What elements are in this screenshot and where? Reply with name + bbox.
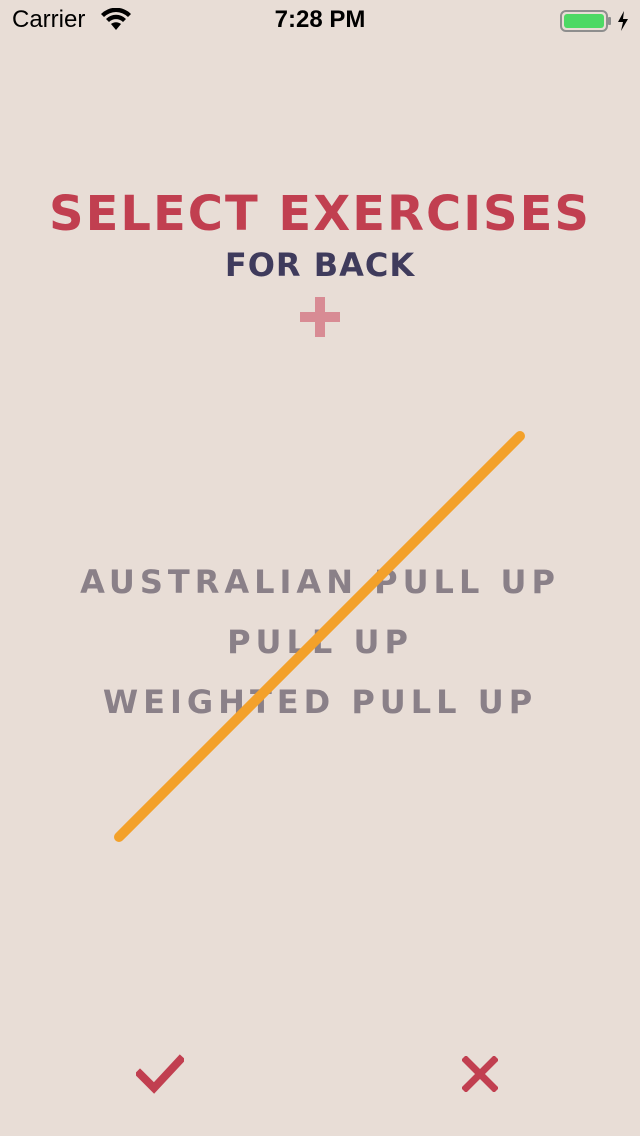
status-time: 7:28 PM: [274, 6, 366, 33]
exercise-list: AUSTRALIAN PULL UP PULL UP WEIGHTED PULL…: [0, 552, 640, 732]
exercise-item-weighted-pull-up[interactable]: WEIGHTED PULL UP: [0, 672, 640, 732]
page-title: SELECT EXERCISES: [49, 186, 591, 242]
plus-icon[interactable]: [298, 295, 342, 339]
page-subtitle: FOR BACK: [224, 246, 416, 284]
cancel-button[interactable]: [452, 1046, 508, 1102]
battery-charging-icon: [560, 9, 632, 33]
status-bar: Carrier 7:28 PM: [0, 0, 640, 40]
exercise-item-australian-pull-up[interactable]: AUSTRALIAN PULL UP: [0, 552, 640, 612]
checkmark-icon: [136, 1054, 184, 1094]
close-icon: [462, 1056, 498, 1092]
confirm-button[interactable]: [132, 1046, 188, 1102]
exercise-item-pull-up[interactable]: PULL UP: [0, 612, 640, 672]
